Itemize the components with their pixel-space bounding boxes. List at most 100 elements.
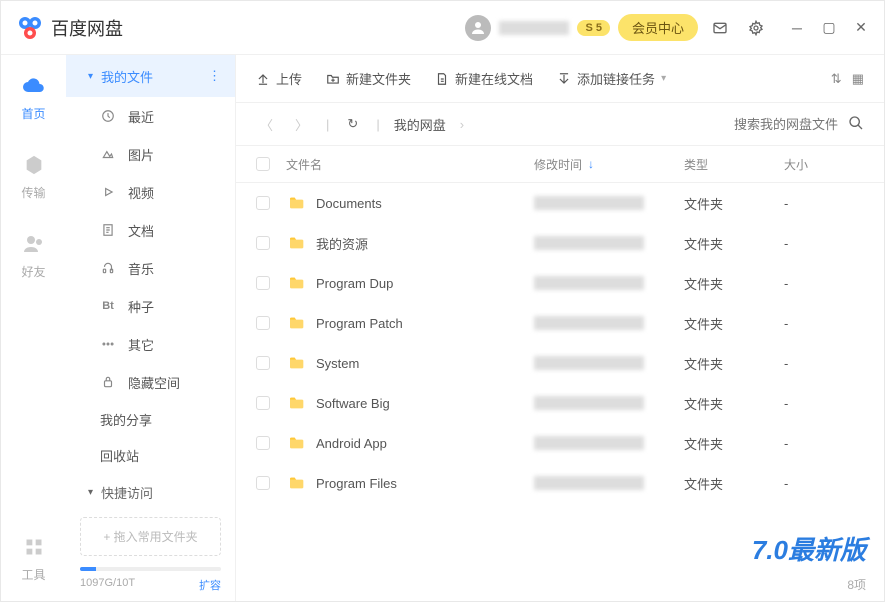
rail-label: 工具 — [21, 566, 45, 583]
search-icon[interactable] — [848, 115, 864, 134]
add-link-button[interactable]: 添加链接任务 ▾ — [557, 69, 666, 88]
file-row[interactable]: Program Files 文件夹 - — [236, 463, 884, 503]
rail-transfer[interactable]: 传输 — [21, 152, 47, 201]
file-size: - — [784, 276, 864, 291]
row-checkbox[interactable] — [256, 476, 270, 490]
file-row[interactable]: Documents 文件夹 - — [236, 183, 884, 223]
file-size: - — [784, 236, 864, 251]
column-name[interactable]: 文件名 — [286, 156, 534, 173]
recent-icon — [100, 109, 116, 123]
sidebar-quick-access[interactable]: ▾ 快捷访问 — [66, 473, 235, 511]
row-checkbox[interactable] — [256, 196, 270, 210]
content-area: 上传 新建文件夹 新建在线文档 添加链接任务 ▾ ⇅ ▦ 〈 〉 — [236, 55, 884, 601]
app-logo: 百度网盘 — [15, 13, 123, 43]
minimize-button[interactable]: ─ — [788, 19, 806, 37]
file-row[interactable]: System 文件夹 - — [236, 343, 884, 383]
nav-rail: 首页 传输 好友 工具 — [1, 55, 66, 601]
titlebar: 百度网盘 S 5 会员中心 ─ ▢ ✕ — [1, 1, 884, 55]
file-type: 文件夹 — [684, 234, 784, 253]
modified-time — [534, 356, 644, 370]
sidebar-item-label: 图片 — [128, 145, 154, 164]
sidebar-my-files[interactable]: ▾ 我的文件 ⋮ — [66, 55, 235, 97]
quick-drop-area[interactable]: + 拖入常用文件夹 — [80, 517, 221, 556]
music-icon — [100, 261, 116, 275]
download-icon — [557, 72, 571, 86]
file-row[interactable]: 我的资源 文件夹 - — [236, 223, 884, 263]
expand-storage-link[interactable]: 扩容 — [199, 577, 221, 593]
sidebar-recycle[interactable]: 回收站 — [66, 437, 235, 473]
sidebar-item-hidden[interactable]: 隐藏空间 — [66, 363, 235, 401]
mail-icon[interactable] — [706, 14, 734, 42]
file-type: 文件夹 — [684, 434, 784, 453]
storage-info: 1097G/10T 扩容 — [66, 567, 235, 601]
sidebar-item-label: 文档 — [128, 221, 154, 240]
nav-forward-button[interactable]: 〉 — [291, 115, 312, 134]
sidebar-label: 我的文件 — [101, 67, 153, 86]
version-watermark: 7.0最新版 — [752, 530, 866, 567]
avatar[interactable] — [465, 15, 491, 41]
settings-icon[interactable] — [742, 14, 770, 42]
file-name: Program Files — [316, 476, 397, 491]
row-checkbox[interactable] — [256, 396, 270, 410]
bt-icon: Bt — [100, 300, 116, 312]
rail-tools[interactable]: 工具 — [21, 534, 47, 583]
new-doc-button[interactable]: 新建在线文档 — [435, 69, 533, 88]
column-type[interactable]: 类型 — [684, 156, 784, 173]
sidebar-item-docs[interactable]: 文档 — [66, 211, 235, 249]
row-checkbox[interactable] — [256, 276, 270, 290]
column-size[interactable]: 大小 — [784, 156, 864, 173]
table-header: 文件名 修改时间 ↓ 类型 大小 — [236, 145, 884, 183]
row-checkbox[interactable] — [256, 316, 270, 330]
row-checkbox[interactable] — [256, 436, 270, 450]
file-name: Android App — [316, 436, 387, 451]
images-icon — [100, 147, 116, 161]
sidebar-item-recent[interactable]: 最近 — [66, 97, 235, 135]
sidebar-item-music[interactable]: 音乐 — [66, 249, 235, 287]
status-item-count: 8项 — [847, 576, 866, 593]
rail-friends[interactable]: 好友 — [21, 231, 47, 280]
file-name: Program Dup — [316, 276, 393, 291]
maximize-button[interactable]: ▢ — [820, 19, 838, 37]
file-name: Program Patch — [316, 316, 403, 331]
sidebar-item-other[interactable]: 其它 — [66, 325, 235, 363]
video-icon — [100, 185, 116, 199]
modified-time — [534, 436, 644, 450]
file-row[interactable]: Program Patch 文件夹 - — [236, 303, 884, 343]
sidebar-item-bt[interactable]: Bt种子 — [66, 287, 235, 325]
username — [499, 21, 569, 35]
sidebar-item-images[interactable]: 图片 — [66, 135, 235, 173]
column-time[interactable]: 修改时间 ↓ — [534, 156, 684, 173]
breadcrumb-root[interactable]: 我的网盘 — [394, 115, 446, 134]
search-input[interactable] — [698, 117, 838, 132]
file-row[interactable]: Android App 文件夹 - — [236, 423, 884, 463]
close-button[interactable]: ✕ — [852, 19, 870, 37]
member-center-button[interactable]: 会员中心 — [618, 14, 698, 41]
more-icon[interactable]: ⋮ — [208, 68, 221, 84]
svip-badge: S 5 — [577, 20, 610, 36]
file-row[interactable]: Software Big 文件夹 - — [236, 383, 884, 423]
docs-icon — [100, 223, 116, 237]
row-checkbox[interactable] — [256, 236, 270, 250]
document-icon — [435, 72, 449, 86]
nav-back-button[interactable]: 〈 — [256, 115, 277, 134]
refresh-button[interactable]: ↻ — [343, 116, 362, 132]
rail-home[interactable]: 首页 — [21, 73, 47, 122]
sidebar-item-video[interactable]: 视频 — [66, 173, 235, 211]
grid-view-icon[interactable]: ▦ — [852, 71, 864, 87]
select-all-checkbox[interactable] — [256, 157, 270, 171]
rail-label: 好友 — [21, 263, 45, 280]
file-row[interactable]: Program Dup 文件夹 - — [236, 263, 884, 303]
app-title: 百度网盘 — [51, 15, 123, 41]
sidebar-item-label: 音乐 — [128, 259, 154, 278]
upload-button[interactable]: 上传 — [256, 69, 302, 88]
file-type: 文件夹 — [684, 274, 784, 293]
file-name: Documents — [316, 196, 382, 211]
file-type: 文件夹 — [684, 354, 784, 373]
sidebar-item-label: 隐藏空间 — [128, 373, 180, 392]
sidebar-item-label: 视频 — [128, 183, 154, 202]
new-folder-button[interactable]: 新建文件夹 — [326, 69, 411, 88]
row-checkbox[interactable] — [256, 356, 270, 370]
sidebar-item-label: 最近 — [128, 107, 154, 126]
sidebar-my-share[interactable]: 我的分享 — [66, 401, 235, 437]
sort-icon[interactable]: ⇅ — [831, 71, 842, 87]
